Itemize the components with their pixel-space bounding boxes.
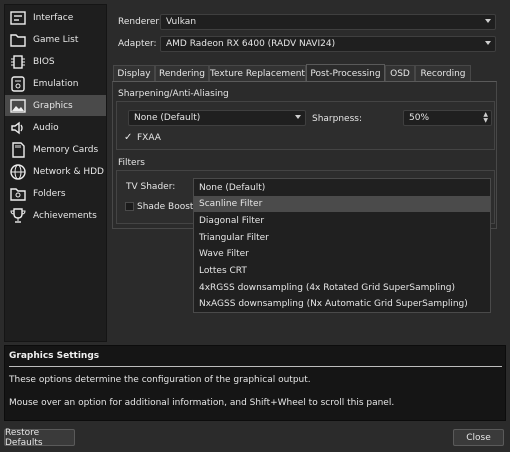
tab-osd[interactable]: OSD bbox=[385, 65, 415, 82]
tab-label: Rendering bbox=[159, 69, 205, 79]
speaker-icon bbox=[8, 118, 28, 138]
renderer-select[interactable]: Vulkan bbox=[160, 14, 496, 30]
info-line-1: These options determine the configuratio… bbox=[9, 375, 311, 385]
sidebar-item-label: Network & HDD bbox=[33, 166, 104, 177]
sidebar-item-bios[interactable]: BIOS bbox=[5, 51, 106, 72]
tab-label: Recording bbox=[420, 69, 466, 79]
sidebar-item-game-list[interactable]: Game List bbox=[5, 29, 106, 50]
button-label: Close bbox=[466, 432, 491, 443]
sidebar-item-label: Memory Cards bbox=[33, 144, 99, 155]
sharpness-label: Sharpness: bbox=[312, 114, 362, 124]
shader-option[interactable]: 4xRGSS downsampling (4x Rotated Grid Sup… bbox=[194, 280, 490, 296]
trophy-icon bbox=[8, 206, 28, 226]
spin-arrows-icon: ▲ ▼ bbox=[483, 111, 488, 124]
info-divider bbox=[9, 366, 502, 367]
shader-option[interactable]: Wave Filter bbox=[194, 246, 490, 262]
tab-rendering[interactable]: Rendering bbox=[155, 65, 209, 82]
close-button[interactable]: Close bbox=[453, 429, 504, 446]
shader-option[interactable]: None (Default) bbox=[194, 180, 490, 196]
shade-boost-label: Shade Boost bbox=[137, 202, 194, 212]
tab-recording[interactable]: Recording bbox=[415, 65, 471, 82]
sidebar-item-label: Emulation bbox=[33, 78, 79, 89]
tv-shader-label: TV Shader: bbox=[126, 182, 176, 192]
button-label: Restore Defaults bbox=[5, 427, 43, 448]
chevron-down-icon bbox=[295, 115, 301, 119]
shader-option[interactable]: NxAGSS downsampling (Nx Automatic Grid S… bbox=[194, 296, 490, 312]
memory-card-icon bbox=[8, 140, 28, 160]
shader-option[interactable]: Lottes CRT bbox=[194, 263, 490, 279]
sidebar-item-interface[interactable]: Interface bbox=[5, 7, 106, 28]
sidebar-item-label: Interface bbox=[33, 12, 74, 23]
info-panel: Graphics Settings These options determin… bbox=[4, 345, 506, 421]
sidebar-item-emulation[interactable]: Emulation bbox=[5, 73, 106, 94]
sidebar-item-audio[interactable]: Audio bbox=[5, 117, 106, 138]
shade-boost-checkbox[interactable] bbox=[125, 202, 134, 211]
gamepad-icon bbox=[8, 74, 28, 94]
folder-icon bbox=[8, 30, 28, 50]
tab-display[interactable]: Display bbox=[113, 65, 155, 82]
tab-label: OSD bbox=[390, 69, 410, 79]
sidebar-item-label: Achievements bbox=[33, 210, 97, 221]
folder-settings-icon bbox=[8, 184, 28, 204]
chevron-down-icon bbox=[485, 41, 491, 45]
tab-label: Texture Replacement bbox=[210, 69, 305, 79]
tab-label: Post-Processing bbox=[310, 68, 381, 79]
chip-icon bbox=[8, 52, 28, 72]
shader-option[interactable]: Diagonal Filter bbox=[194, 213, 490, 229]
tab-label: Display bbox=[117, 69, 151, 79]
sidebar-item-achievements[interactable]: Achievements bbox=[5, 205, 106, 226]
sidebar-item-label: Audio bbox=[33, 122, 59, 133]
fxaa-checkbox[interactable]: ✓ bbox=[124, 132, 132, 143]
adapter-value: AMD Radeon RX 6400 (RADV NAVI24) bbox=[166, 39, 336, 49]
sharpness-spinbox[interactable]: 50% ▲ ▼ bbox=[403, 110, 492, 126]
sidebar-item-label: Folders bbox=[33, 188, 66, 199]
filters-group-title: Filters bbox=[118, 158, 145, 168]
adapter-label: Adapter: bbox=[118, 39, 157, 49]
info-line-2: Mouse over an option for additional info… bbox=[9, 398, 395, 408]
image-icon bbox=[8, 96, 28, 116]
renderer-label: Renderer: bbox=[118, 17, 162, 27]
info-title: Graphics Settings bbox=[9, 351, 100, 361]
globe-icon bbox=[8, 162, 28, 182]
tv-shader-dropdown-list: None (Default) Scanline Filter Diagonal … bbox=[193, 178, 491, 313]
fxaa-label: FXAA bbox=[137, 133, 161, 143]
adapter-select[interactable]: AMD Radeon RX 6400 (RADV NAVI24) bbox=[160, 36, 496, 52]
tab-texture-replacement[interactable]: Texture Replacement bbox=[209, 65, 306, 82]
sidebar-item-folders[interactable]: Folders bbox=[5, 183, 106, 204]
sidebar-item-graphics[interactable]: Graphics bbox=[5, 95, 106, 116]
interface-icon bbox=[8, 8, 28, 28]
sidebar-item-memory-cards[interactable]: Memory Cards bbox=[5, 139, 106, 160]
sharpening-mode-value: None (Default) bbox=[134, 113, 201, 123]
shader-option[interactable]: Scanline Filter bbox=[194, 196, 490, 212]
restore-defaults-button[interactable]: Restore Defaults bbox=[4, 427, 75, 448]
renderer-value: Vulkan bbox=[166, 17, 197, 27]
settings-sidebar: Interface Game List BIOS Emulation Graph… bbox=[4, 4, 107, 342]
tab-post-processing[interactable]: Post-Processing bbox=[306, 64, 385, 82]
sharpness-value: 50% bbox=[409, 113, 430, 123]
sidebar-item-label: Game List bbox=[33, 34, 79, 45]
chevron-down-icon bbox=[485, 19, 491, 23]
sidebar-item-label: BIOS bbox=[33, 56, 55, 67]
shader-option[interactable]: Triangular Filter bbox=[194, 230, 490, 246]
sharpening-group-title: Sharpening/Anti-Aliasing bbox=[118, 89, 229, 99]
sidebar-item-network-hdd[interactable]: Network & HDD bbox=[5, 161, 106, 182]
sharpening-mode-select[interactable]: None (Default) bbox=[128, 110, 306, 126]
sidebar-item-label: Graphics bbox=[33, 100, 73, 111]
